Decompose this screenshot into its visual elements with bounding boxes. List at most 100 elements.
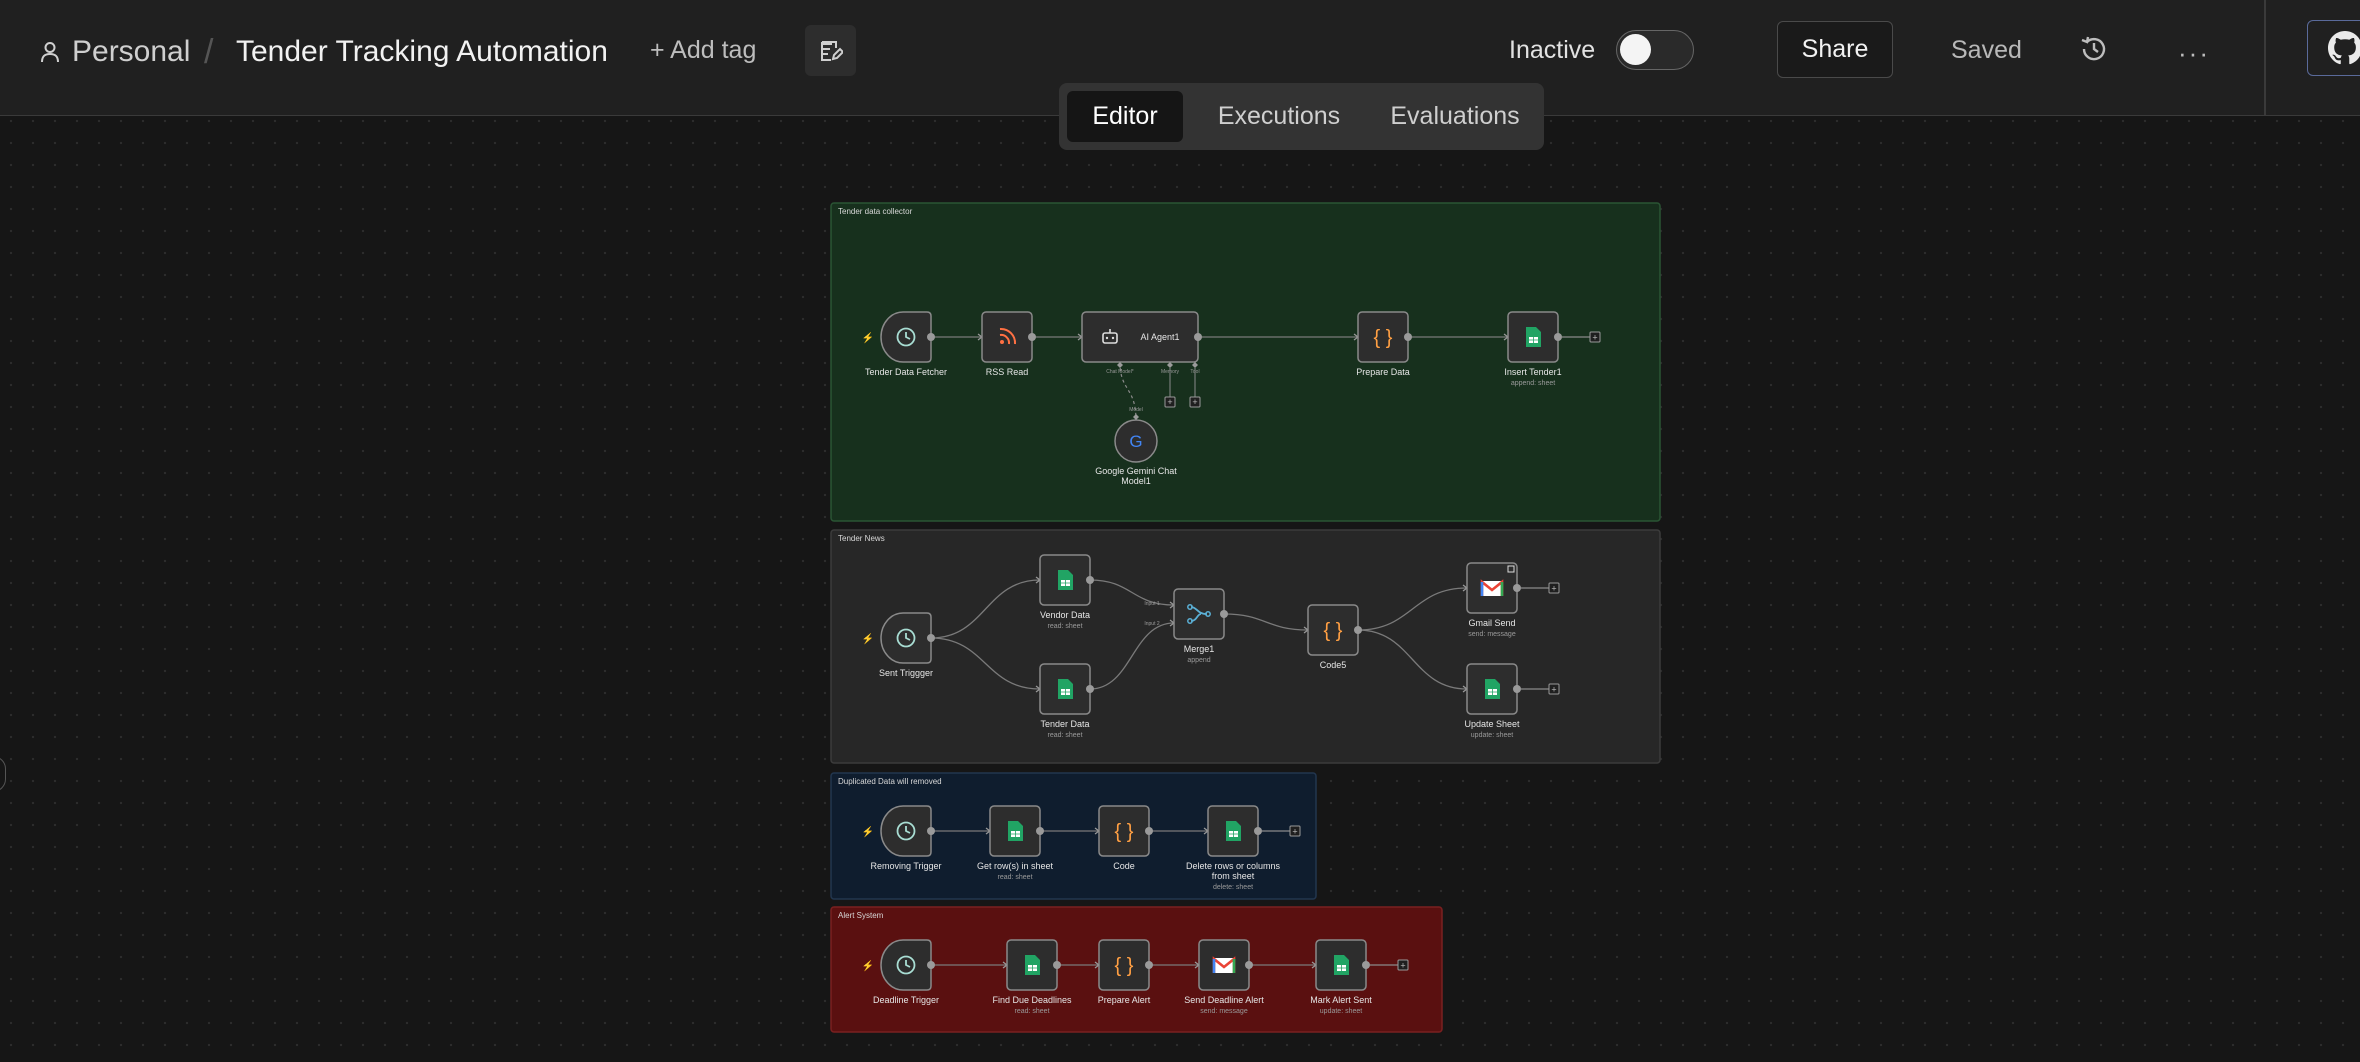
add-tag-button[interactable]: + Add tag: [650, 36, 756, 65]
code-icon: { }: [1374, 327, 1393, 349]
node-td[interactable]: Tender Data read: sheet: [1039, 663, 1091, 739]
node-label: AI Agent1: [1140, 332, 1179, 342]
output-port[interactable]: [1245, 961, 1253, 969]
node-subtitle: update: sheet: [1320, 1008, 1362, 1015]
code-braces: { }: [1115, 955, 1134, 977]
workflow-title[interactable]: Tender Tracking Automation: [236, 30, 608, 74]
output-port[interactable]: [1086, 576, 1094, 584]
merge-input-label: Input 2: [1144, 621, 1160, 627]
tab-evaluations[interactable]: Evaluations: [1373, 91, 1537, 142]
history-icon: [2081, 36, 2106, 61]
node-subtitle: append: [1187, 657, 1210, 664]
node-subtitle: read: sheet: [1014, 1008, 1049, 1015]
plus-icon: +: [1192, 397, 1197, 407]
node-label: Google Gemini Chat: [1095, 466, 1177, 476]
output-port[interactable]: [1513, 685, 1521, 693]
node-prep[interactable]: { } Prepare Data: [1356, 311, 1410, 377]
gmail-icon: [1480, 579, 1504, 596]
node-label: Merge1: [1184, 644, 1215, 654]
sticky-note-title: Duplicated Data will removed: [838, 777, 942, 786]
header-divider: [2264, 0, 2266, 115]
sticky-note-title: Tender data collector: [838, 207, 913, 216]
node-label: Vendor Data: [1040, 610, 1090, 620]
node-pa[interactable]: { } Prepare Alert: [1098, 939, 1151, 1005]
merge-input-label: Input 1: [1144, 601, 1160, 607]
output-port[interactable]: [1194, 333, 1202, 341]
output-port[interactable]: [1554, 333, 1562, 341]
active-toggle[interactable]: [1616, 30, 1694, 70]
tab-executions[interactable]: Executions: [1193, 91, 1365, 142]
group-gray: Tender News: [830, 529, 1661, 764]
sheets-icon: [1025, 955, 1040, 975]
node-rss[interactable]: RSS Read: [981, 311, 1033, 377]
code-icon: { }: [1324, 620, 1343, 642]
node-us[interactable]: Update Sheet update: sheet: [1464, 663, 1520, 739]
output-port[interactable]: [1036, 827, 1044, 835]
output-port[interactable]: [1086, 685, 1094, 693]
sticky-note-title: Alert System: [838, 911, 884, 920]
output-port[interactable]: [927, 827, 935, 835]
sticky-note-title: Tender News: [838, 534, 885, 543]
node-label: Prepare Alert: [1098, 995, 1151, 1005]
node-label: Update Sheet: [1464, 719, 1520, 729]
plus-icon: +: [1551, 584, 1556, 594]
output-port[interactable]: [1404, 333, 1412, 341]
history-button[interactable]: [2079, 34, 2109, 69]
node-ins[interactable]: Insert Tender1 append: sheet: [1504, 311, 1562, 387]
node-vd[interactable]: Vendor Data read: sheet: [1039, 554, 1091, 630]
more-options-icon[interactable]: ···: [2178, 38, 2210, 69]
trigger-bolt-icon: ⚡: [862, 825, 874, 838]
output-port[interactable]: [927, 634, 935, 642]
node-gs[interactable]: Gmail Send send: message: [1466, 562, 1518, 638]
node-label: Find Due Deadlines: [992, 995, 1072, 1005]
workflow-canvas[interactable]: Tender data collector Tender News Duplicat…: [0, 0, 2360, 1062]
output-port[interactable]: [1254, 827, 1262, 835]
output-port[interactable]: [1513, 584, 1521, 592]
output-port[interactable]: [1145, 827, 1153, 835]
node-label: Code: [1113, 861, 1135, 871]
robot-eye: [1105, 336, 1109, 340]
node-label: Delete rows or columns: [1186, 861, 1281, 871]
github-button[interactable]: [2307, 20, 2360, 76]
active-status-label: Inactive: [1509, 36, 1596, 64]
rss-dot: [1000, 340, 1004, 344]
sheets-icon: [1485, 679, 1500, 699]
code-braces: { }: [1374, 327, 1393, 349]
sheets-icon: [1334, 955, 1349, 975]
sheets-icon: [1058, 679, 1073, 699]
output-port[interactable]: [1028, 333, 1036, 341]
node-subtitle: read: sheet: [1047, 623, 1082, 630]
node-label: Prepare Data: [1356, 367, 1410, 377]
output-port[interactable]: [1220, 610, 1228, 618]
breadcrumb-owner: Personal: [72, 35, 191, 68]
node-label: Deadline Trigger: [873, 995, 939, 1005]
node-label: Tender Data Fetcher: [865, 367, 947, 377]
node-label: Insert Tender1: [1504, 367, 1561, 377]
code-braces: { }: [1324, 620, 1343, 642]
breadcrumb-personal[interactable]: Personal: [40, 30, 190, 74]
view-tabs: Editor Executions Evaluations: [1059, 83, 1544, 150]
node-subtitle: read: sheet: [997, 874, 1032, 881]
output-port[interactable]: [927, 961, 935, 969]
sticky-note-gray[interactable]: [830, 529, 1661, 764]
user-icon: [41, 42, 59, 63]
saved-status: Saved: [1951, 36, 2022, 64]
node-label: from sheet: [1212, 871, 1255, 881]
output-port[interactable]: [1053, 961, 1061, 969]
model-port-label: Model: [1129, 407, 1143, 413]
output-port[interactable]: [1362, 961, 1370, 969]
google-letter: G: [1129, 432, 1142, 451]
google-icon: G: [1129, 432, 1142, 451]
output-port[interactable]: [1145, 961, 1153, 969]
node-label: Get row(s) in sheet: [977, 861, 1054, 871]
tab-editor[interactable]: Editor: [1067, 91, 1183, 142]
node-subtitle: send: message: [1200, 1008, 1248, 1015]
node-ma[interactable]: Mark Alert Sent update: sheet: [1310, 939, 1372, 1015]
edit-description-button[interactable]: [805, 25, 856, 76]
plus-icon: +: [1292, 827, 1297, 837]
code-icon: { }: [1115, 955, 1134, 977]
share-button[interactable]: Share: [1777, 21, 1893, 78]
output-port[interactable]: [1354, 626, 1362, 634]
output-port[interactable]: [927, 333, 935, 341]
plus-icon: +: [1592, 333, 1597, 343]
